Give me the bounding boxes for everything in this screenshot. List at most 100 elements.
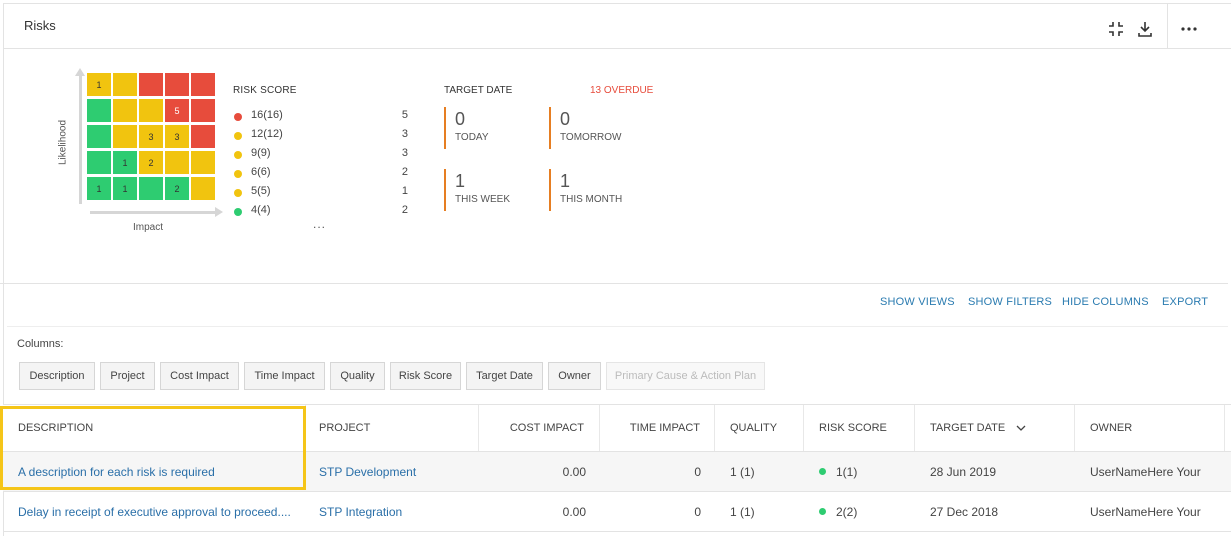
- score-dot-icon: [234, 151, 242, 159]
- matrix-cell: [191, 125, 215, 148]
- matrix-cell[interactable]: 1: [113, 177, 137, 200]
- column-chip-primary-cause[interactable]: Primary Cause & Action Plan: [606, 362, 765, 390]
- target-month-value: 1: [560, 171, 571, 191]
- row-time-impact: 0: [694, 504, 701, 519]
- header-time-impact[interactable]: TIME IMPACT: [600, 405, 715, 451]
- sort-chevron-down-icon[interactable]: [1015, 422, 1027, 434]
- panel-title: Risks: [24, 18, 56, 33]
- y-axis: [79, 74, 82, 204]
- header-target-date-label: TARGET DATE: [930, 422, 1006, 434]
- matrix-cell[interactable]: 2: [139, 151, 163, 174]
- column-chip-cost-impact[interactable]: Cost Impact: [160, 362, 239, 390]
- more-scores-button[interactable]: ...: [313, 217, 326, 231]
- header-separator: [1167, 4, 1168, 49]
- row-target-date: 28 Jun 2019: [930, 464, 997, 479]
- row-time-impact: 0: [694, 464, 701, 479]
- risk-matrix: 153312112: [87, 73, 217, 203]
- matrix-cell: [191, 99, 215, 122]
- target-this-week[interactable]: 1 THIS WEEK: [444, 169, 544, 211]
- matrix-cell[interactable]: 1: [113, 151, 137, 174]
- matrix-cell[interactable]: 3: [139, 125, 163, 148]
- header-target-date[interactable]: TARGET DATE: [915, 405, 1075, 451]
- row-cost-impact: 0.00: [562, 464, 586, 479]
- collapse-icon[interactable]: [1107, 20, 1125, 38]
- column-chip-time-impact[interactable]: Time Impact: [244, 362, 325, 390]
- column-chip-description[interactable]: Description: [19, 362, 95, 390]
- header-cost-impact[interactable]: COST IMPACT: [479, 405, 600, 451]
- score-dot-icon: [234, 189, 242, 197]
- row-description-link[interactable]: Delay in receipt of executive approval t…: [18, 492, 303, 531]
- table-row[interactable]: A description for each risk is required …: [3, 452, 1231, 492]
- matrix-cell: [165, 73, 189, 96]
- x-axis-label: Impact: [133, 222, 164, 233]
- risk-score-item[interactable]: 12(12) 3: [233, 128, 408, 144]
- target-this-month[interactable]: 1 THIS MONTH: [549, 169, 649, 211]
- row-owner: UserNameHere Your: [1090, 504, 1201, 519]
- target-tomorrow[interactable]: 0 TOMORROW: [549, 107, 649, 149]
- matrix-cell: [139, 73, 163, 96]
- matrix-cell[interactable]: 2: [165, 177, 189, 200]
- header-risk-score[interactable]: RISK SCORE: [804, 405, 915, 451]
- hide-columns-link[interactable]: HIDE COLUMNS: [1062, 296, 1149, 308]
- column-chip-project[interactable]: Project: [100, 362, 155, 390]
- header-project[interactable]: PROJECT: [306, 405, 479, 451]
- risk-score-label: 5(5): [251, 185, 271, 197]
- row-project-link[interactable]: STP Integration: [319, 492, 479, 531]
- matrix-cell: [191, 177, 215, 200]
- risk-score-label: 4(4): [251, 204, 271, 216]
- risk-score-label: 16(16): [251, 109, 283, 121]
- risk-score-item[interactable]: 5(5) 1: [233, 185, 408, 201]
- column-chip-target-date[interactable]: Target Date: [466, 362, 543, 390]
- risk-score-label: 6(6): [251, 166, 271, 178]
- header-owner[interactable]: OWNER: [1075, 405, 1225, 451]
- table-row[interactable]: Delay in receipt of executive approval t…: [3, 492, 1231, 532]
- more-icon[interactable]: [1180, 20, 1198, 38]
- matrix-cell[interactable]: 1: [87, 73, 111, 96]
- show-views-link[interactable]: SHOW VIEWS: [880, 296, 955, 308]
- download-icon[interactable]: [1136, 20, 1154, 38]
- risk-score-item[interactable]: 9(9) 3: [233, 147, 408, 163]
- target-date-title: TARGET DATE: [444, 85, 513, 96]
- matrix-cell[interactable]: 5: [165, 99, 189, 122]
- export-link[interactable]: EXPORT: [1162, 296, 1208, 308]
- row-description-link[interactable]: A description for each risk is required: [18, 452, 303, 491]
- target-month-label: THIS MONTH: [560, 194, 623, 205]
- matrix-cell: [87, 99, 111, 122]
- target-week-label: THIS WEEK: [455, 194, 511, 205]
- x-axis-arrow-icon: [215, 207, 223, 217]
- overdue-count[interactable]: 13 OVERDUE: [590, 85, 653, 96]
- score-dot-icon: [234, 132, 242, 140]
- risk-score-label: 12(12): [251, 128, 283, 140]
- matrix-cell[interactable]: 1: [87, 177, 111, 200]
- row-cost-impact: 0.00: [562, 504, 586, 519]
- row-risk-score: 1(1): [819, 452, 915, 491]
- panel-header: Risks: [4, 4, 1231, 49]
- header-quality[interactable]: QUALITY: [715, 405, 804, 451]
- risk-score-count: 5: [401, 109, 408, 121]
- row-project-link[interactable]: STP Development: [319, 452, 479, 491]
- target-tomorrow-label: TOMORROW: [560, 132, 622, 143]
- risk-score-item[interactable]: 16(16) 5: [233, 109, 408, 125]
- matrix-cell: [165, 151, 189, 174]
- header-description[interactable]: DESCRIPTION: [3, 405, 306, 451]
- target-tomorrow-value: 0: [560, 109, 571, 129]
- column-chip-risk-score[interactable]: Risk Score: [390, 362, 461, 390]
- risk-score-label: 9(9): [251, 147, 271, 159]
- risk-score-title: RISK SCORE: [233, 85, 297, 96]
- matrix-cell: [139, 177, 163, 200]
- row-risk-score: 2(2): [819, 492, 915, 531]
- matrix-cell[interactable]: 3: [165, 125, 189, 148]
- matrix-cell: [113, 99, 137, 122]
- show-filters-link[interactable]: SHOW FILTERS: [968, 296, 1052, 308]
- column-chip-owner[interactable]: Owner: [548, 362, 601, 390]
- target-week-value: 1: [455, 171, 466, 191]
- row-risk-score-value: 1(1): [836, 464, 858, 479]
- row-quality: 1 (1): [730, 464, 755, 479]
- risk-score-count: 3: [401, 147, 408, 159]
- score-dot-icon: [234, 170, 242, 178]
- target-today[interactable]: 0 TODAY: [444, 107, 544, 149]
- column-chip-quality[interactable]: Quality: [330, 362, 385, 390]
- risk-score-item[interactable]: 6(6) 2: [233, 166, 408, 182]
- row-quality: 1 (1): [730, 504, 755, 519]
- table-header: DESCRIPTION PROJECT COST IMPACT TIME IMP…: [3, 404, 1231, 452]
